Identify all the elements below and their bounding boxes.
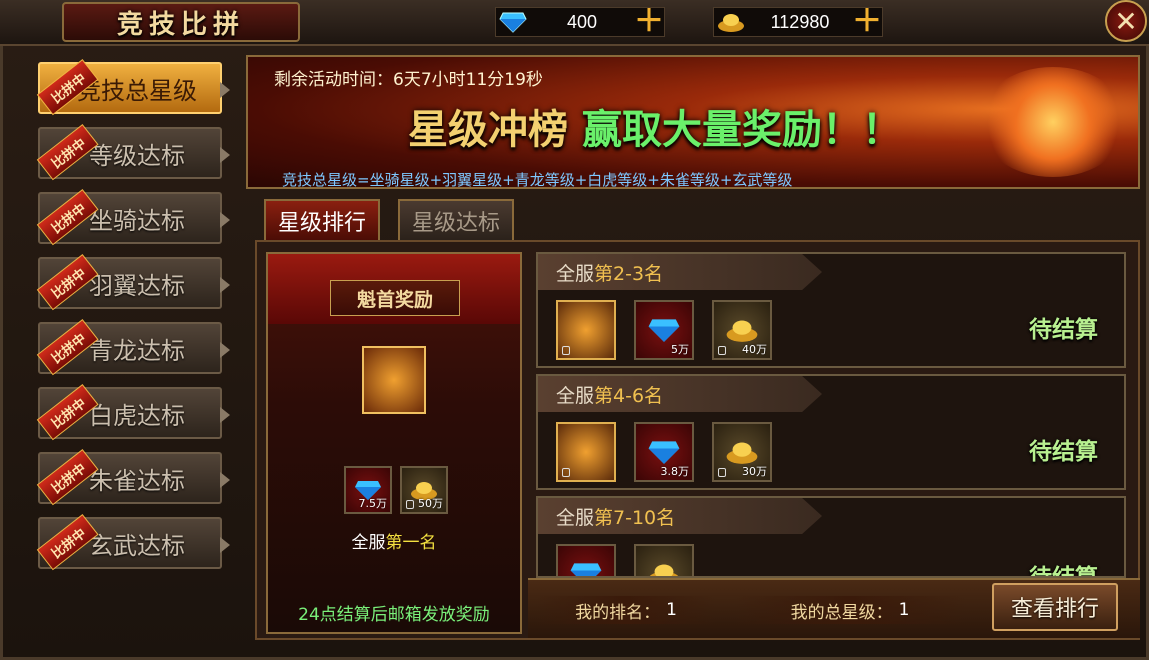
champion-weapon-icon[interactable] <box>362 346 426 414</box>
diamond-reward[interactable] <box>556 544 616 576</box>
lock-icon <box>562 346 570 355</box>
lock-icon <box>718 346 726 355</box>
diamond-icon <box>648 319 680 342</box>
reward-qty: 5万 <box>671 343 689 356</box>
champion-rank-text: 全服第一名 <box>268 528 520 553</box>
rank-prefix: 全服 <box>351 533 386 553</box>
diamond-icon <box>496 11 530 33</box>
close-icon: ✕ <box>1114 4 1138 38</box>
gold-reward[interactable] <box>634 544 694 576</box>
arrow-icon <box>220 212 230 228</box>
gold-ingot-icon <box>714 11 748 33</box>
champion-diamond-reward[interactable]: 7.5万 <box>344 466 392 514</box>
arrow-icon <box>220 342 230 358</box>
sidebar-item-level[interactable]: 比拼中 等级达标 <box>36 124 230 181</box>
my-stars-value: 1 <box>898 600 910 620</box>
diamond-value: 400 <box>566 11 598 32</box>
lock-icon <box>406 500 414 509</box>
settlement-status: 待结算 <box>1029 316 1098 343</box>
view-ranking-button[interactable]: 查看排行 <box>992 583 1118 631</box>
title-plate: 竞技比拼 <box>62 2 300 42</box>
my-rank: 我的排名： 1 <box>536 596 716 624</box>
sidebar-item-azure-dragon[interactable]: 比拼中 青龙达标 <box>36 319 230 376</box>
formula-description: 竞技总星级=坐骑星级+羽翼星级+青龙等级+白虎等级+朱雀等级+玄武等级 <box>282 171 793 189</box>
reward-qty: 3.8万 <box>660 465 690 478</box>
my-total-stars: 我的总星级： 1 <box>734 596 966 624</box>
sidebar-item-white-tiger[interactable]: 比拼中 白虎达标 <box>36 384 230 441</box>
settlement-status: 待结算 <box>1029 438 1098 465</box>
my-rank-label: 我的排名： <box>575 602 661 623</box>
reward-qty: 7.5万 <box>358 497 388 510</box>
gold-ingot-icon <box>726 442 758 464</box>
settlement-note: 24点结算后邮箱发放奖励 <box>298 605 490 625</box>
arrow-icon <box>220 407 230 423</box>
gold-reward[interactable]: 40万 <box>712 300 772 360</box>
weapon-reward-icon[interactable] <box>556 422 616 482</box>
arrow-icon <box>220 147 230 163</box>
rank-prefix: 全服 <box>556 384 595 407</box>
rank-row: 全服 第7-10名 待结算 <box>536 496 1126 578</box>
rank-range: 第7-10名 <box>594 506 676 529</box>
diamond-counter: 400 ＋ <box>495 7 665 37</box>
tab-star-target[interactable]: 星级达标 <box>398 199 514 241</box>
gold-value: 112980 <box>770 11 830 32</box>
lock-icon <box>562 468 570 477</box>
slogan-part-b: 赢取大量奖励！！ <box>582 106 902 153</box>
slogan-part-a: 星级冲榜 <box>408 106 568 153</box>
arrow-icon <box>220 472 230 488</box>
champion-gold-reward[interactable]: 50万 <box>400 466 448 514</box>
champion-reward-card: 魁首奖励 7.5万 50万 全服第一名 24点结算后邮箱发放奖励 <box>266 252 522 634</box>
arrow-icon <box>220 82 230 98</box>
close-button[interactable]: ✕ <box>1105 0 1147 42</box>
sidebar-item-mount[interactable]: 比拼中 坐骑达标 <box>36 189 230 246</box>
banner-slogan: 星级冲榜 赢取大量奖励！！ <box>408 97 902 155</box>
rank-header: 全服 第7-10名 <box>538 498 822 534</box>
event-banner: 剩余活动时间：6天7小时11分19秒 星级冲榜 赢取大量奖励！！ 竞技总星级=坐骑… <box>246 55 1140 189</box>
settlement-status: 待结算 <box>1029 564 1098 578</box>
sidebar-item-black-tortoise[interactable]: 比拼中 玄武达标 <box>36 514 230 571</box>
reward-qty: 50万 <box>418 497 443 510</box>
diamond-reward[interactable]: 5万 <box>634 300 694 360</box>
weapon-reward-icon[interactable] <box>556 300 616 360</box>
rank-header: 全服 第2-3名 <box>538 254 822 290</box>
sidebar-item-vermilion-bird[interactable]: 比拼中 朱雀达标 <box>36 449 230 506</box>
rank-row: 全服 第4-6名 3.8万 30万 待结算 <box>536 374 1126 490</box>
sidebar-item-total-stars[interactable]: 比拼中 竞技总星级 <box>36 59 230 116</box>
my-stars-label: 我的总星级： <box>790 602 893 623</box>
add-diamond-button[interactable]: ＋ <box>634 7 664 37</box>
page-title: 竞技比拼 <box>116 9 245 40</box>
arrow-icon <box>220 537 230 553</box>
rank-header: 全服 第4-6名 <box>538 376 822 412</box>
add-gold-button[interactable]: ＋ <box>852 7 882 37</box>
champion-title: 魁首奖励 <box>330 280 460 316</box>
reward-qty: 40万 <box>742 343 767 356</box>
reward-qty: 30万 <box>742 465 767 478</box>
gold-ingot-icon <box>649 564 679 576</box>
diamond-reward[interactable]: 3.8万 <box>634 422 694 482</box>
rank-prefix: 全服 <box>556 506 595 529</box>
rank-range: 第2-3名 <box>594 262 664 285</box>
gold-reward[interactable]: 30万 <box>712 422 772 482</box>
rank-highlight: 第一名 <box>385 533 437 553</box>
remaining-time-value: 6天7小时11分19秒 <box>393 70 543 90</box>
arrow-icon <box>220 277 230 293</box>
diamond-icon <box>648 441 680 464</box>
top-bar: 竞技比拼 400 ＋ 112980 ＋ ✕ <box>0 0 1149 46</box>
diamond-icon <box>570 563 602 576</box>
rank-prefix: 全服 <box>556 262 595 285</box>
rank-range: 第4-6名 <box>594 384 664 407</box>
gold-counter: 112980 ＋ <box>713 7 883 37</box>
gold-ingot-icon <box>726 320 758 342</box>
my-rank-value: 1 <box>666 600 677 620</box>
sidebar-item-wings[interactable]: 比拼中 羽翼达标 <box>36 254 230 311</box>
phoenix-flame-icon <box>978 67 1128 177</box>
remaining-time-label: 剩余活动时间： <box>274 70 393 90</box>
rank-row: 全服 第2-3名 5万 40万 待结算 <box>536 252 1126 368</box>
sidebar-nav: 比拼中 竞技总星级 比拼中 等级达标 比拼中 坐骑达标 比拼中 羽翼达标 比拼中… <box>36 59 230 582</box>
remaining-time: 剩余活动时间：6天7小时11分19秒 <box>274 65 543 90</box>
tab-star-ranking[interactable]: 星级排行 <box>264 199 380 241</box>
lock-icon <box>718 468 726 477</box>
